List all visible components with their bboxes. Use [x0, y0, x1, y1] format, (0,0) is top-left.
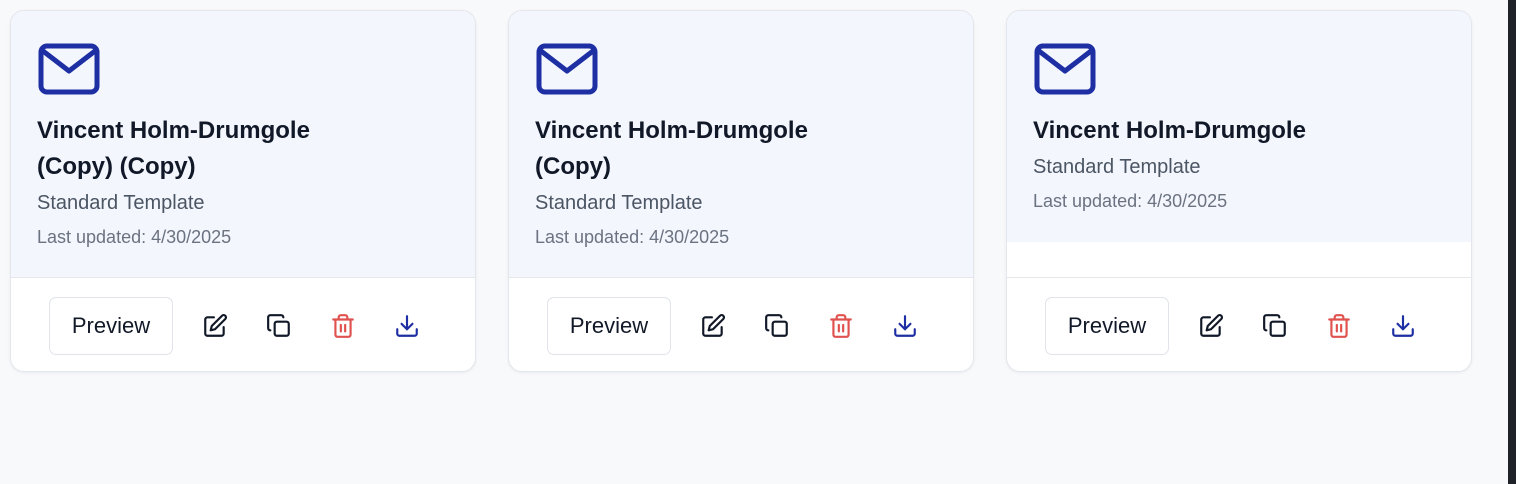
mail-icon — [1034, 43, 1096, 95]
last-updated: Last updated: 4/30/2025 — [535, 227, 730, 247]
edit-button[interactable] — [195, 306, 235, 346]
duplicate-button[interactable] — [757, 306, 797, 346]
edit-icon — [702, 314, 725, 337]
edit-button[interactable] — [693, 306, 733, 346]
edit-icon — [1200, 314, 1223, 337]
card-actions: Preview — [49, 297, 427, 355]
card-header: Vincent Holm-Drumgole (Copy) Standard Te… — [509, 11, 973, 278]
card-header: Vincent Holm-Drumgole Standard Template … — [1007, 11, 1471, 242]
card-divider — [1007, 277, 1471, 278]
download-icon — [894, 315, 916, 337]
preview-button[interactable]: Preview — [49, 297, 173, 355]
download-button[interactable] — [387, 306, 427, 346]
delete-button[interactable] — [1319, 306, 1359, 346]
card-subtitle: Standard Template — [1033, 156, 1201, 178]
card-title: Vincent Holm-Drumgole (Copy) — [535, 117, 808, 180]
download-icon — [1392, 315, 1414, 337]
card-divider — [11, 277, 475, 278]
preview-button[interactable]: Preview — [547, 297, 671, 355]
delete-button[interactable] — [323, 306, 363, 346]
card-header: Vincent Holm-Drumgole (Copy) (Copy) Stan… — [11, 11, 475, 278]
card-subtitle: Standard Template — [37, 192, 205, 214]
trash-icon — [1328, 314, 1350, 338]
card-subtitle: Standard Template — [535, 192, 703, 214]
card-actions: Preview — [1045, 297, 1423, 355]
download-icon — [396, 315, 418, 337]
template-grid: Vincent Holm-Drumgole (Copy) (Copy) Stan… — [10, 10, 1472, 372]
card-title: Vincent Holm-Drumgole — [1033, 117, 1306, 144]
template-card: Vincent Holm-Drumgole (Copy) (Copy) Stan… — [10, 10, 476, 372]
copy-icon — [765, 314, 788, 337]
card-actions: Preview — [547, 297, 925, 355]
mail-icon — [536, 43, 598, 95]
copy-icon — [1263, 314, 1286, 337]
copy-icon — [267, 314, 290, 337]
trash-icon — [830, 314, 852, 338]
window-edge — [1508, 0, 1516, 484]
duplicate-button[interactable] — [259, 306, 299, 346]
template-card: Vincent Holm-Drumgole Standard Template … — [1006, 10, 1472, 372]
duplicate-button[interactable] — [1255, 306, 1295, 346]
card-title: Vincent Holm-Drumgole (Copy) (Copy) — [37, 117, 310, 180]
edit-icon — [204, 314, 227, 337]
delete-button[interactable] — [821, 306, 861, 346]
template-card: Vincent Holm-Drumgole (Copy) Standard Te… — [508, 10, 974, 372]
trash-icon — [332, 314, 354, 338]
last-updated: Last updated: 4/30/2025 — [37, 227, 232, 247]
download-button[interactable] — [1383, 306, 1423, 346]
last-updated: Last updated: 4/30/2025 — [1033, 191, 1228, 211]
card-divider — [509, 277, 973, 278]
preview-button[interactable]: Preview — [1045, 297, 1169, 355]
download-button[interactable] — [885, 306, 925, 346]
edit-button[interactable] — [1191, 306, 1231, 346]
mail-icon — [38, 43, 100, 95]
